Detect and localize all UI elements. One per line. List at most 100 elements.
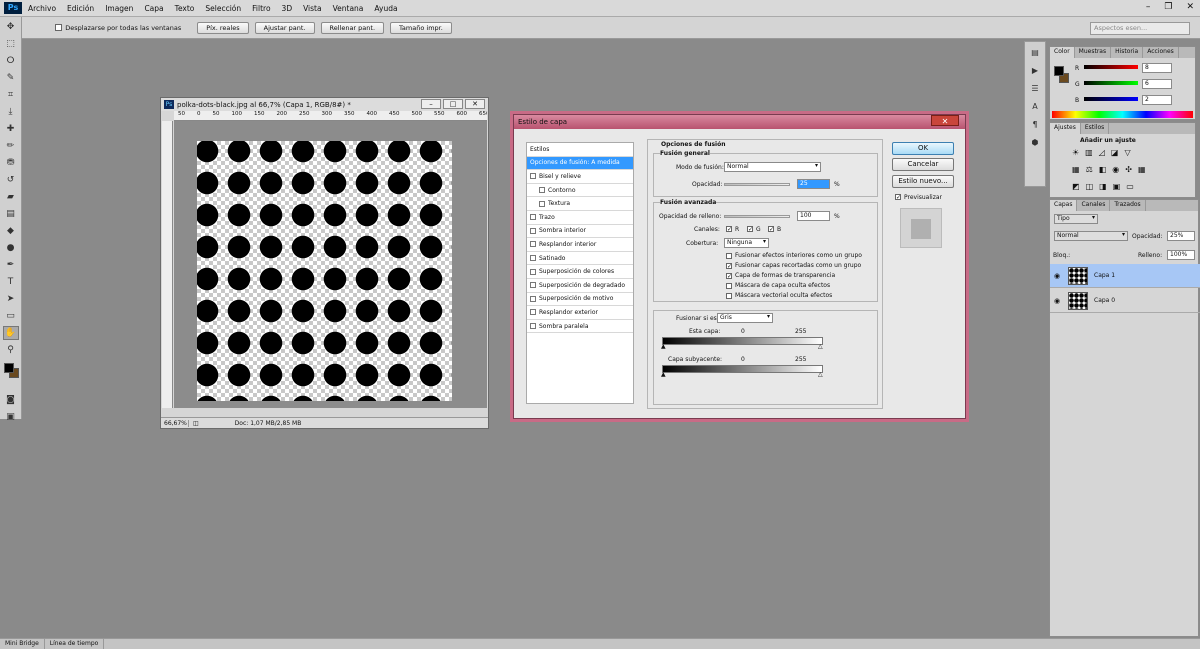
tab-styles[interactable]: Estilos	[1081, 123, 1110, 134]
menu-texto[interactable]: Texto	[175, 4, 195, 13]
styles-list-item[interactable]: Resplandor interior	[527, 238, 633, 252]
underlying-gradient[interactable]	[662, 365, 823, 373]
b-slider[interactable]	[1084, 97, 1138, 101]
styles-list-item[interactable]: Satinado	[527, 252, 633, 266]
preview-checkbox[interactable]: ✓	[895, 194, 901, 201]
hand-tool-icon[interactable]: ✋	[2, 326, 19, 340]
zoom-level[interactable]: 66,67%	[161, 419, 189, 427]
path-select-tool-icon[interactable]: ➤	[3, 292, 19, 306]
styles-list-item[interactable]: Opciones de fusión: A medida	[527, 156, 633, 171]
workspace-search[interactable]: Aspectos esen...	[1090, 22, 1190, 35]
history-panel-icon[interactable]: ▤	[1028, 48, 1042, 60]
hue-saturation-icon[interactable]: ▦	[1072, 165, 1080, 174]
posterize-icon[interactable]: ◫	[1086, 182, 1094, 191]
layer-mask-hides-checkbox[interactable]	[726, 283, 732, 289]
zoom-tool-icon[interactable]: ⚲	[3, 343, 19, 357]
styles-list-item[interactable]: Superposición de motivo	[527, 293, 633, 307]
fit-screen-button[interactable]: Ajustar pant.	[254, 21, 315, 34]
eraser-tool-icon[interactable]: ▰	[3, 190, 19, 204]
layer-blend-mode-select[interactable]: Normal	[1054, 231, 1128, 241]
channel-r-checkbox[interactable]: ✓	[726, 226, 732, 233]
tab-channels[interactable]: Canales	[1077, 200, 1111, 211]
tab-paths[interactable]: Trazados	[1110, 200, 1146, 211]
black-white-icon[interactable]: ◧	[1099, 165, 1107, 174]
tab-swatches[interactable]: Muestras	[1075, 47, 1112, 58]
stamp-tool-icon[interactable]: ⛃	[3, 156, 19, 170]
type-tool-icon[interactable]: T	[3, 275, 19, 289]
character-panel-icon[interactable]: A	[1028, 102, 1042, 114]
fill-opacity-input[interactable]: 100	[797, 211, 830, 221]
vibrance-icon[interactable]: ▽	[1124, 148, 1130, 157]
this-layer-white-handle[interactable]: △	[818, 343, 823, 350]
dialog-close-icon[interactable]: ✕	[931, 115, 959, 126]
dodge-tool-icon[interactable]: ●	[3, 241, 19, 255]
styles-list-item[interactable]: Contorno	[527, 184, 633, 198]
brightness-icon[interactable]: ☀	[1072, 148, 1079, 157]
visibility-eye-icon[interactable]: ◉	[1050, 297, 1064, 305]
styles-list-item[interactable]: Sombra interior	[527, 225, 633, 239]
doc-close-icon[interactable]: ✕	[465, 99, 485, 109]
color-balance-icon[interactable]: ⚖	[1086, 165, 1093, 174]
canvas-area[interactable]	[174, 121, 487, 408]
styles-list-item[interactable]: Bisel y relieve	[527, 170, 633, 184]
ok-button[interactable]: OK	[892, 142, 954, 155]
g-slider[interactable]	[1084, 81, 1138, 85]
print-size-button[interactable]: Tamaño impr.	[390, 21, 452, 34]
curves-icon[interactable]: ◿	[1099, 148, 1105, 157]
menu-seleccion[interactable]: Selección	[205, 4, 241, 13]
quick-select-tool-icon[interactable]: ✎	[3, 71, 19, 85]
vector-mask-hides-checkbox[interactable]	[726, 293, 732, 299]
this-layer-black-handle[interactable]: ▲	[661, 343, 666, 350]
g-input[interactable]: 6	[1142, 79, 1172, 89]
foreground-color-swatch[interactable]	[4, 363, 14, 373]
styles-list-item[interactable]: Estilos	[527, 143, 633, 157]
tab-actions[interactable]: Acciones	[1143, 47, 1179, 58]
channel-mixer-icon[interactable]: ✣	[1125, 165, 1132, 174]
gradient-tool-icon[interactable]: ▤	[3, 207, 19, 221]
crop-tool-icon[interactable]: ⌗	[3, 88, 19, 102]
styles-list-item[interactable]: Superposición de colores	[527, 265, 633, 279]
tab-timeline[interactable]: Línea de tiempo	[45, 639, 105, 649]
levels-icon[interactable]: ▥	[1085, 148, 1093, 157]
selective-color-icon[interactable]: ▣	[1113, 182, 1121, 191]
pen-tool-icon[interactable]: ✒	[3, 258, 19, 272]
blend-if-select[interactable]: Gris	[717, 313, 773, 323]
dialog-title-bar[interactable]: Estilo de capa	[514, 115, 965, 129]
screen-mode-icon[interactable]: ▣	[3, 410, 19, 424]
exposure-icon[interactable]: ◪	[1111, 148, 1119, 157]
move-tool-icon[interactable]: ✥	[3, 20, 19, 34]
style-checkbox[interactable]	[530, 323, 536, 330]
styles-list-item[interactable]: Superposición de degradado	[527, 279, 633, 293]
tab-adjustments[interactable]: Ajustes	[1050, 123, 1081, 134]
style-checkbox[interactable]	[530, 268, 536, 275]
actions-panel-icon[interactable]: ▶	[1028, 66, 1042, 78]
layer-row[interactable]: ◉ Capa 0	[1050, 289, 1200, 313]
menu-ventana[interactable]: Ventana	[333, 4, 364, 13]
tab-mini-bridge[interactable]: Mini Bridge	[0, 639, 45, 649]
brush-tool-icon[interactable]: ✏	[3, 139, 19, 153]
style-checkbox[interactable]	[530, 282, 536, 289]
healing-tool-icon[interactable]: ✚	[3, 122, 19, 136]
style-checkbox[interactable]	[530, 309, 536, 316]
menu-vista[interactable]: Vista	[303, 4, 322, 13]
styles-list-item[interactable]: Resplandor exterior	[527, 306, 633, 320]
tab-history[interactable]: Historia	[1111, 47, 1144, 58]
3d-panel-icon[interactable]: ⬢	[1028, 138, 1042, 150]
lasso-tool-icon[interactable]: ⵔ	[3, 54, 19, 68]
actual-pixels-button[interactable]: Píx. reales	[197, 21, 249, 34]
r-input[interactable]: 8	[1142, 63, 1172, 73]
blur-tool-icon[interactable]: ◆	[3, 224, 19, 238]
marquee-tool-icon[interactable]: ⬚	[3, 37, 19, 51]
styles-list-item[interactable]: Trazo	[527, 211, 633, 225]
doc-maximize-icon[interactable]: □	[443, 99, 463, 109]
tab-color[interactable]: Color	[1050, 47, 1075, 58]
style-checkbox[interactable]	[539, 187, 545, 194]
new-style-button[interactable]: Estilo nuevo...	[892, 175, 954, 188]
r-slider[interactable]	[1084, 65, 1138, 69]
style-checkbox[interactable]	[530, 255, 536, 262]
fill-screen-button[interactable]: Rellenar pant.	[320, 21, 385, 34]
opacity-input[interactable]: 25	[797, 179, 830, 189]
quick-mask-icon[interactable]: ◙	[3, 393, 19, 407]
cancel-button[interactable]: Cancelar	[892, 158, 954, 171]
styles-list-item[interactable]: Textura	[527, 197, 633, 211]
